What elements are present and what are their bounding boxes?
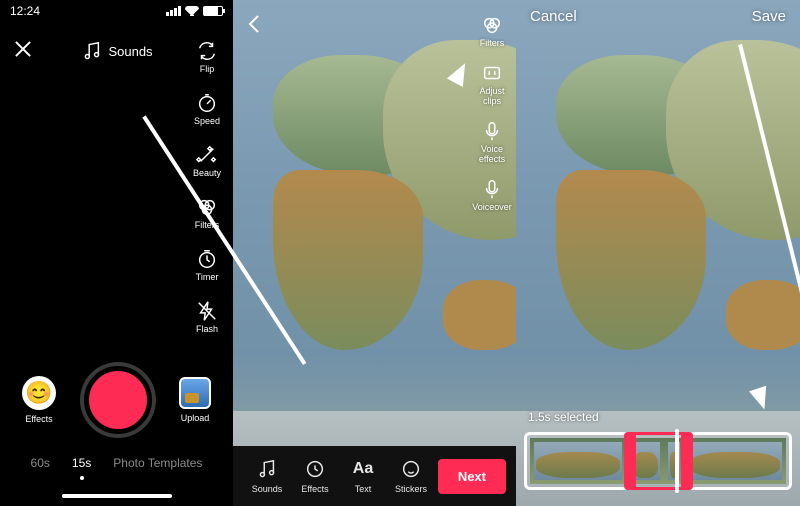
cancel-button[interactable]: Cancel — [530, 8, 577, 25]
record-button[interactable] — [84, 366, 152, 434]
voiceover-icon — [481, 178, 503, 200]
sounds-button[interactable]: Sounds — [80, 40, 152, 62]
close-button[interactable] — [14, 40, 32, 58]
voice-effects-icon — [481, 120, 503, 142]
sounds-label: Sounds — [108, 44, 152, 59]
clip-thumb[interactable] — [530, 438, 626, 484]
stickers-icon — [400, 458, 422, 480]
trim-handle-right[interactable] — [681, 432, 693, 490]
clip-thumb[interactable] — [684, 438, 786, 484]
status-time: 12:24 — [10, 4, 40, 18]
adjust-clips-screen: Cancel Save 1.5s selected — [516, 0, 800, 506]
mode-60s[interactable]: 60s — [31, 456, 50, 470]
back-button[interactable] — [243, 12, 267, 36]
timer-button[interactable]: Timer — [187, 248, 227, 282]
upload-button[interactable]: Upload — [179, 377, 211, 423]
beauty-icon — [196, 144, 218, 166]
flash-off-icon — [196, 300, 218, 322]
flip-icon — [196, 40, 218, 62]
effects-label: Effects — [25, 414, 52, 424]
record-row: 😊 Effects Upload — [0, 366, 233, 434]
wifi-icon — [185, 6, 199, 16]
voiceover-button[interactable]: Voiceover — [472, 178, 512, 212]
flash-button[interactable]: Flash — [187, 300, 227, 334]
bottom-toolbar: Sounds Effects AaText Stickers Next — [233, 446, 516, 506]
home-indicator — [62, 494, 172, 498]
edit-side-tools: Filters Adjust clips Voice effects Voice… — [472, 14, 512, 212]
music-note-icon — [256, 458, 278, 480]
speed-icon — [196, 92, 218, 114]
music-note-icon — [80, 40, 102, 62]
next-button[interactable]: Next — [438, 459, 506, 494]
mode-15s[interactable]: 15s — [72, 456, 91, 470]
clip-preview — [516, 0, 800, 506]
save-button[interactable]: Save — [752, 8, 786, 25]
stickers-tool[interactable]: Stickers — [387, 458, 435, 494]
filters-edit-button[interactable]: Filters — [472, 14, 512, 48]
adjust-clips-button[interactable]: Adjust clips — [472, 62, 512, 106]
voice-effects-button[interactable]: Voice effects — [472, 120, 512, 164]
filters-icon — [481, 14, 503, 36]
playhead[interactable] — [675, 429, 679, 493]
sounds-tool[interactable]: Sounds — [243, 458, 291, 494]
trim-handle-left[interactable] — [624, 432, 636, 490]
selection-duration-label: 1.5s selected — [528, 410, 599, 424]
top-actions: Cancel Save — [516, 8, 800, 25]
clip-timeline[interactable] — [524, 432, 792, 490]
camera-side-tools: Flip Speed Beauty Filters Timer Flash — [187, 40, 227, 334]
battery-icon — [203, 6, 223, 16]
gallery-icon — [179, 377, 211, 409]
mode-photo-templates[interactable]: Photo Templates — [113, 456, 202, 470]
text-tool[interactable]: AaText — [339, 458, 387, 494]
adjust-clips-icon — [481, 62, 503, 84]
speed-button[interactable]: Speed — [187, 92, 227, 126]
status-bar: 12:24 — [0, 0, 233, 22]
effects-clock-icon — [304, 458, 326, 480]
edit-preview-screen: Filters Adjust clips Voice effects Voice… — [233, 0, 516, 506]
beauty-button[interactable]: Beauty — [187, 144, 227, 178]
smiley-icon: 😊 — [22, 376, 56, 410]
duration-modes: 60s 15s Photo Templates — [0, 456, 233, 470]
timer-icon — [196, 248, 218, 270]
effects-button[interactable]: 😊 Effects — [22, 376, 56, 424]
text-icon: Aa — [352, 458, 374, 480]
effects-tool[interactable]: Effects — [291, 458, 339, 494]
record-screen: 12:24 Sounds Flip Speed Beauty Filters T… — [0, 0, 233, 506]
status-icons — [166, 4, 223, 18]
flip-button[interactable]: Flip — [187, 40, 227, 74]
cellular-icon — [166, 6, 181, 16]
upload-label: Upload — [181, 413, 210, 423]
